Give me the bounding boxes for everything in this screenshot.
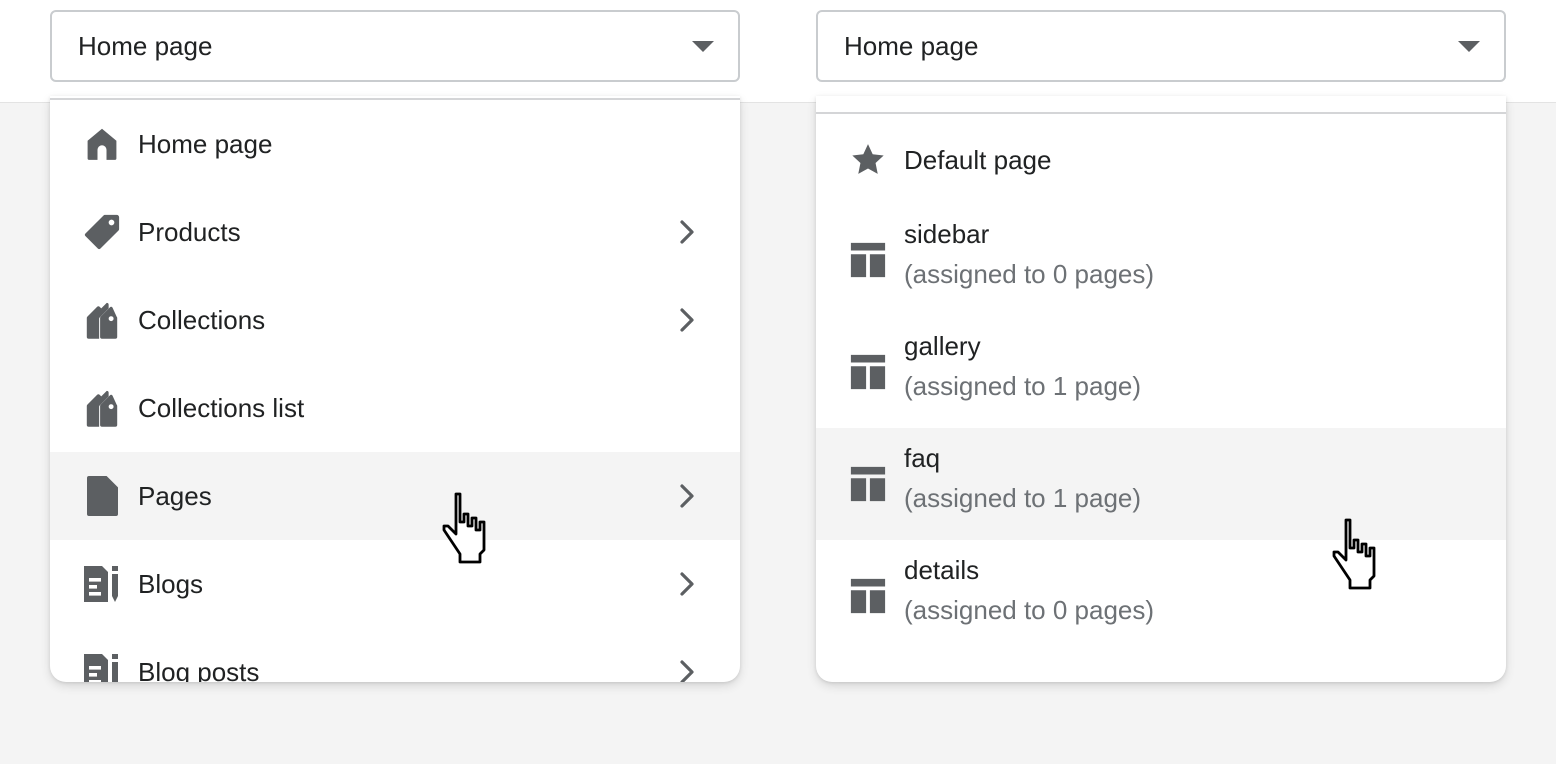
menu-item-collections[interactable]: Collections (50, 276, 740, 364)
template-name: faq (904, 443, 941, 473)
template-assigned-count: (assigned to 0 pages) (904, 595, 1155, 625)
star-icon (848, 140, 888, 180)
template-icon (848, 240, 888, 280)
tag-icon (82, 212, 122, 252)
menu-item-label: Pages (138, 480, 212, 511)
menu-item-home-page[interactable]: Home page (50, 100, 740, 188)
caret-down-icon (692, 40, 714, 52)
template-item-faq[interactable]: faq (assigned to 1 page) (816, 428, 1506, 540)
menu-item-label: Products (138, 216, 241, 247)
chevron-right-icon (676, 476, 698, 516)
menu-item-label: Collections (138, 304, 266, 335)
page-type-dropdown: Home page Products Collections Collectio… (50, 96, 740, 682)
menu-item-label: Blog posts (138, 656, 260, 683)
menu-item-label: Blogs (138, 568, 204, 599)
template-assigned-count: (assigned to 0 pages) (904, 259, 1155, 289)
home-icon (82, 124, 122, 164)
chevron-right-icon (676, 564, 698, 604)
chevron-right-icon (676, 212, 698, 252)
template-icon (848, 464, 888, 504)
template-name: sidebar (904, 219, 990, 249)
menu-item-pages[interactable]: Pages (50, 452, 740, 540)
chevron-right-icon (676, 652, 698, 682)
page-type-select[interactable]: Home page (50, 10, 740, 82)
menu-item-products[interactable]: Products (50, 188, 740, 276)
template-assigned-count: (assigned to 1 page) (904, 483, 1142, 513)
divider (816, 112, 1506, 114)
template-item-details[interactable]: details (assigned to 0 pages) (816, 540, 1506, 652)
page-icon (82, 476, 122, 516)
template-name: details (904, 555, 980, 585)
template-item-partial[interactable] (816, 652, 1506, 682)
caret-down-icon (1458, 40, 1480, 52)
blog-icon (82, 652, 122, 682)
collection-tags-icon (82, 300, 122, 340)
template-icon (848, 352, 888, 392)
template-item-label: Default page (904, 144, 1052, 175)
menu-item-blog-posts[interactable]: Blog posts (50, 628, 740, 682)
template-item-default-page[interactable]: Default page (816, 116, 1506, 204)
menu-item-label: Collections list (138, 392, 305, 423)
menu-item-blogs[interactable]: Blogs (50, 540, 740, 628)
template-assigned-count: (assigned to 1 page) (904, 371, 1142, 401)
collection-tags-icon (82, 388, 122, 428)
template-item-sidebar[interactable]: sidebar (assigned to 0 pages) (816, 204, 1506, 316)
page-type-select-value: Home page (78, 30, 213, 61)
template-select-value: Home page (844, 30, 979, 61)
template-item-gallery[interactable]: gallery (assigned to 1 page) (816, 316, 1506, 428)
hand-cursor-icon (442, 492, 486, 564)
blog-icon (82, 564, 122, 604)
hand-cursor-icon (1332, 518, 1376, 590)
template-icon (848, 576, 888, 616)
template-name: gallery (904, 331, 981, 361)
template-dropdown: Default page sidebar (assigned to 0 page… (816, 96, 1506, 682)
chevron-right-icon (676, 300, 698, 340)
menu-item-collections-list[interactable]: Collections list (50, 364, 740, 452)
menu-item-label: Home page (138, 128, 273, 159)
template-select[interactable]: Home page (816, 10, 1506, 82)
